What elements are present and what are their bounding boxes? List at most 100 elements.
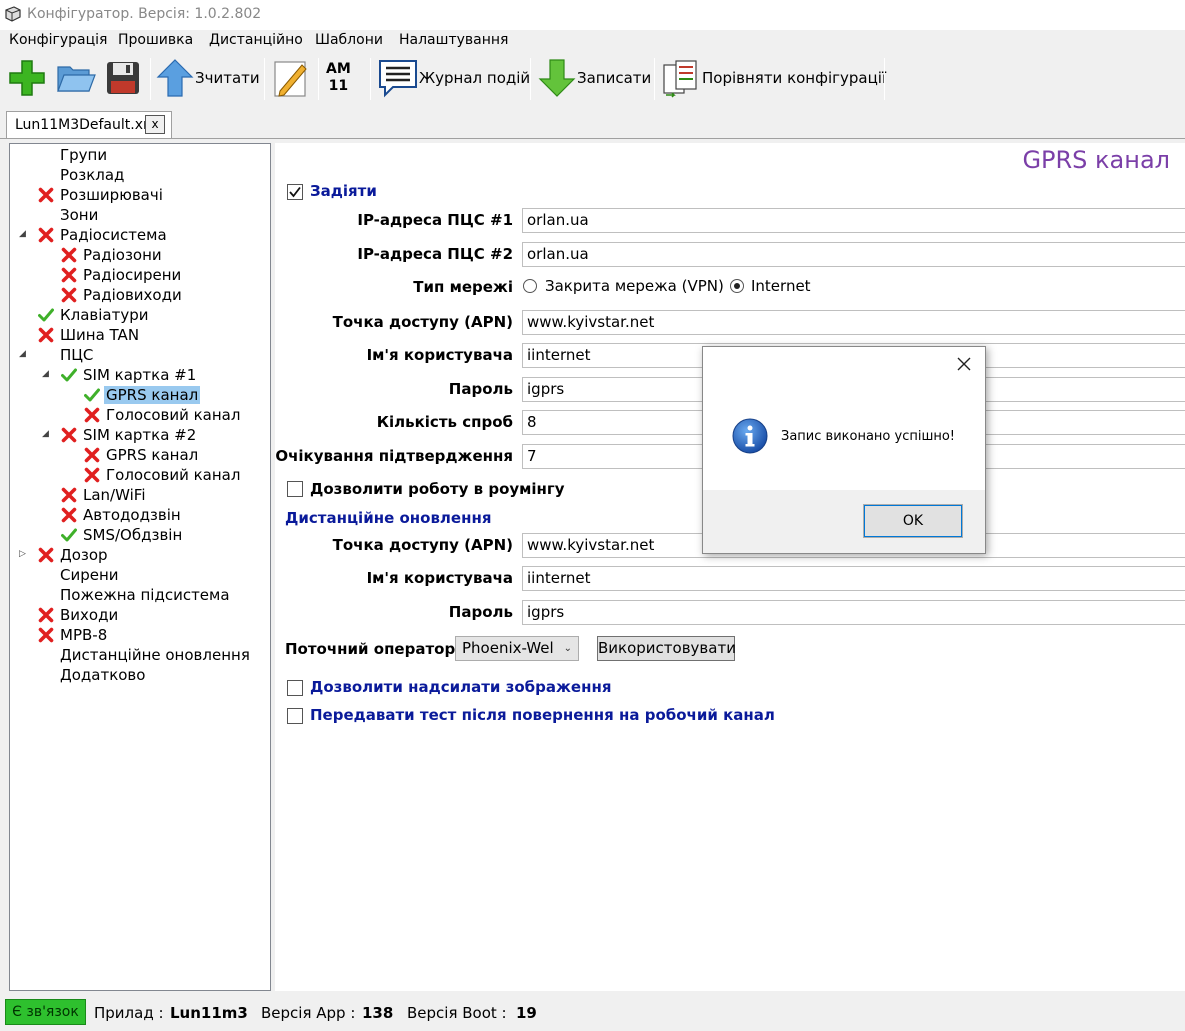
- read-button[interactable]: Зчитати: [155, 56, 260, 100]
- blank-icon: [38, 567, 54, 583]
- tree-item[interactable]: Дистанційне оновлення: [38, 645, 252, 665]
- tree-item[interactable]: Виходи: [38, 605, 120, 625]
- remote-update-section-title: Дистанційне оновлення: [285, 509, 492, 527]
- dialog-message: Запис виконано успішно!: [781, 429, 956, 444]
- user-label: Ім'я користувача: [366, 346, 513, 364]
- error-x-icon: [38, 187, 54, 203]
- net-vpn-radio[interactable]: [523, 279, 537, 293]
- ok-button[interactable]: OK: [863, 504, 963, 538]
- arrow-up-icon: [156, 59, 194, 97]
- am11-button[interactable]: AM 11: [326, 56, 351, 100]
- ip1-input[interactable]: orlan.ua: [522, 208, 1185, 233]
- tree-item[interactable]: Голосовий канал: [84, 405, 242, 425]
- tree-item[interactable]: ПЦС: [38, 345, 95, 365]
- tree-item[interactable]: Шина TAN: [38, 325, 141, 345]
- collapse-arrow-icon[interactable]: ◢: [42, 429, 49, 439]
- save-button[interactable]: [102, 56, 144, 100]
- tree-item[interactable]: Дозор: [38, 545, 110, 565]
- remote-user-input[interactable]: iinternet: [522, 566, 1185, 591]
- menu-templates[interactable]: Шаблони: [315, 32, 383, 48]
- tree-item[interactable]: Автододзвін: [61, 505, 183, 525]
- operator-select[interactable]: Phoenix-Wel ⌄: [455, 636, 579, 661]
- tree-item[interactable]: Радіозони: [61, 245, 164, 265]
- error-x-icon: [61, 427, 77, 443]
- tree-item-label: GPRS канал: [106, 446, 199, 464]
- boot-version-value: 19: [516, 1004, 537, 1022]
- floppy-icon: [107, 62, 139, 94]
- tree-item-label: SIM картка #2: [83, 426, 197, 444]
- error-x-icon: [61, 507, 77, 523]
- tree-item[interactable]: Радіосистема: [38, 225, 169, 245]
- tree-item[interactable]: Голосовий канал: [84, 465, 242, 485]
- error-x-icon: [61, 247, 77, 263]
- compare-button[interactable]: Порівняти конфігурації: [660, 56, 886, 100]
- tree-item-label: GPRS канал: [104, 386, 201, 404]
- menu-firmware[interactable]: Прошивка: [118, 32, 193, 48]
- boot-version-label: Версія Boot :: [407, 1004, 507, 1022]
- tree-item[interactable]: SMS/Обдзвін: [61, 525, 184, 545]
- am-label-bottom: 11: [328, 78, 349, 94]
- tree-item[interactable]: Додатково: [38, 665, 147, 685]
- tree-item[interactable]: Радіовиходи: [61, 285, 184, 305]
- send-test-checkbox[interactable]: [287, 708, 303, 724]
- tree-item[interactable]: Сирени: [38, 565, 121, 585]
- menu-settings[interactable]: Налаштування: [399, 32, 508, 48]
- tree-item-label: SIM картка #1: [83, 366, 197, 384]
- edit-button[interactable]: [270, 56, 312, 100]
- error-x-icon: [84, 467, 100, 483]
- confirm-wait-label: Очікування підтвердження: [275, 447, 513, 465]
- tree-item[interactable]: SIM картка #1: [61, 365, 198, 385]
- collapse-arrow-icon[interactable]: ◢: [19, 349, 26, 359]
- toolbar-separator: [150, 58, 151, 100]
- tree-item[interactable]: SIM картка #2: [61, 425, 198, 445]
- menu-remote[interactable]: Дистанційно: [209, 32, 303, 48]
- tree-item[interactable]: GPRS канал: [84, 445, 200, 465]
- tab-close-button[interactable]: x: [145, 115, 165, 134]
- tree-item-label: SMS/Обдзвін: [83, 526, 183, 544]
- tree-item[interactable]: Радіосирени: [61, 265, 183, 285]
- checkmark-icon: [61, 527, 77, 543]
- remote-user-label: Ім'я користувача: [366, 569, 513, 587]
- net-vpn-label: Закрита мережа (VPN): [545, 277, 724, 295]
- tree-item-label: Виходи: [60, 606, 119, 624]
- window-title: Конфігуратор. Версія: 1.0.2.802: [27, 6, 262, 22]
- arrow-down-icon: [538, 59, 576, 97]
- checkmark-icon: [289, 186, 301, 198]
- enable-checkbox[interactable]: [287, 184, 303, 200]
- roaming-checkbox[interactable]: [287, 481, 303, 497]
- collapse-arrow-icon[interactable]: ◢: [19, 229, 26, 239]
- dialog-close-button[interactable]: [953, 353, 975, 375]
- menu-configuration[interactable]: Конфігурація: [9, 32, 107, 48]
- error-x-icon: [84, 447, 100, 463]
- tree-item-label: Зони: [60, 206, 99, 224]
- tree-item[interactable]: Розклад: [38, 165, 126, 185]
- open-button[interactable]: [55, 56, 97, 100]
- write-button[interactable]: Записати: [537, 56, 651, 100]
- send-images-label: Дозволити надсилати зображення: [310, 678, 612, 696]
- tree-item[interactable]: Клавіатури: [38, 305, 151, 325]
- new-button[interactable]: [6, 56, 48, 100]
- read-label: Зчитати: [195, 69, 260, 87]
- tree-item[interactable]: GPRS канал: [84, 385, 201, 405]
- ip2-input[interactable]: orlan.ua: [522, 242, 1185, 267]
- expand-arrow-icon[interactable]: ▷: [19, 549, 26, 559]
- folder-icon: [57, 66, 96, 92]
- tree-item[interactable]: МРВ-8: [38, 625, 109, 645]
- net-internet-label: Internet: [751, 277, 811, 295]
- tree-item[interactable]: Розширювачі: [38, 185, 165, 205]
- tree-item[interactable]: Групи: [38, 145, 109, 165]
- info-icon: [732, 418, 768, 454]
- remote-password-input[interactable]: igprs: [522, 600, 1185, 625]
- send-images-checkbox[interactable]: [287, 680, 303, 696]
- apn-input[interactable]: www.kyivstar.net: [522, 310, 1185, 335]
- use-operator-button[interactable]: Використовувати: [597, 636, 736, 661]
- net-internet-radio[interactable]: [730, 279, 744, 293]
- tree-item[interactable]: Lan/WiFi: [61, 485, 147, 505]
- tree-item[interactable]: Зони: [38, 205, 100, 225]
- tree-item[interactable]: Пожежна підсистема: [38, 585, 232, 605]
- event-log-button[interactable]: Журнал подій: [377, 56, 530, 100]
- tree-item-label: Автододзвін: [83, 506, 181, 524]
- collapse-arrow-icon[interactable]: ◢: [42, 369, 49, 379]
- tree-item-label: МРВ-8: [60, 626, 108, 644]
- remote-apn-label: Точка доступу (APN): [332, 536, 513, 554]
